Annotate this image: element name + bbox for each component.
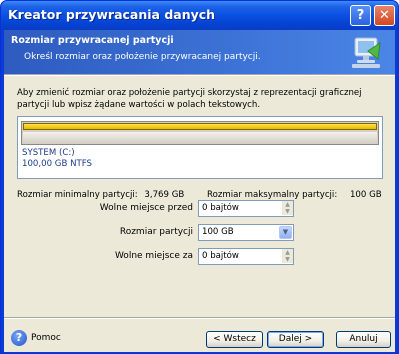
partition-size-label: Rozmiar partycji — [119, 227, 193, 237]
next-button[interactable]: Dalej > — [267, 331, 324, 348]
partition-size-input[interactable]: 100 GB ▼ — [198, 224, 294, 241]
window-title: Kreator przywracania danych — [8, 7, 216, 22]
free-before-spinner[interactable]: ▲ ▼ — [282, 201, 293, 216]
help-link[interactable]: Pomoc — [31, 333, 61, 343]
wizard-header: Rozmiar przywracanej partycji Określ roz… — [4, 30, 395, 74]
partition-fill[interactable] — [23, 123, 377, 130]
wizard-client: Rozmiar przywracanej partycji Określ roz… — [4, 30, 395, 352]
min-size-label: Rozmiar minimalny partycji: — [17, 190, 138, 200]
min-size: Rozmiar minimalny partycji: 3,769 GB — [17, 190, 184, 200]
free-before-value: 0 bajtów — [202, 203, 239, 213]
partition-graphic[interactable]: SYSTEM (C:) 100,00 GB NTFS — [17, 116, 383, 179]
close-icon[interactable]: ✕ — [374, 5, 395, 26]
partition-size-value: 100 GB — [202, 227, 234, 237]
max-size-label: Rozmiar maksymalny partycji: — [207, 190, 338, 200]
min-size-value: 3,769 GB — [144, 190, 185, 200]
partition-name: SYSTEM (C:) — [22, 148, 75, 158]
partition-bar[interactable] — [21, 121, 379, 145]
computer-icon — [352, 37, 381, 68]
max-size: Rozmiar maksymalny partycji: 100 GB — [207, 190, 382, 200]
free-after-value: 0 bajtów — [202, 251, 239, 261]
chevron-down-icon[interactable]: ▼ — [279, 226, 292, 239]
partition-info: 100,00 GB NTFS — [22, 159, 93, 169]
header-divider-highlight — [4, 75, 395, 76]
free-after-input[interactable]: 0 bajtów ▲ ▼ — [198, 248, 294, 265]
help-icon[interactable]: ? — [350, 5, 371, 26]
free-before-label: Wolne miejsce przed — [99, 203, 193, 213]
cancel-button[interactable]: Anuluj — [336, 331, 391, 348]
partition-label: SYSTEM (C:) 100,00 GB NTFS — [22, 148, 92, 170]
wizard-window: Kreator przywracania danych ? ✕ Rozmiar … — [0, 0, 399, 354]
free-after-spinner[interactable]: ▲ ▼ — [282, 249, 293, 264]
help-question-icon[interactable]: ? — [11, 330, 27, 346]
title-bar[interactable]: Kreator przywracania danych ? ✕ — [1, 1, 398, 30]
header-subtitle: Określ rozmiar oraz położenie przywracan… — [24, 52, 261, 62]
footer-divider-highlight — [4, 318, 395, 319]
free-before-input[interactable]: 0 bajtów ▲ ▼ — [198, 200, 294, 217]
header-title: Rozmiar przywracanej partycji — [11, 35, 174, 46]
partition-bar-body — [23, 132, 377, 143]
free-after-label: Wolne miejsce za — [114, 251, 193, 261]
max-size-value: 100 GB — [349, 190, 382, 200]
back-button[interactable]: < Wstecz — [206, 331, 263, 348]
description-text: Aby zmienić rozmiar oraz położenie party… — [17, 88, 362, 110]
